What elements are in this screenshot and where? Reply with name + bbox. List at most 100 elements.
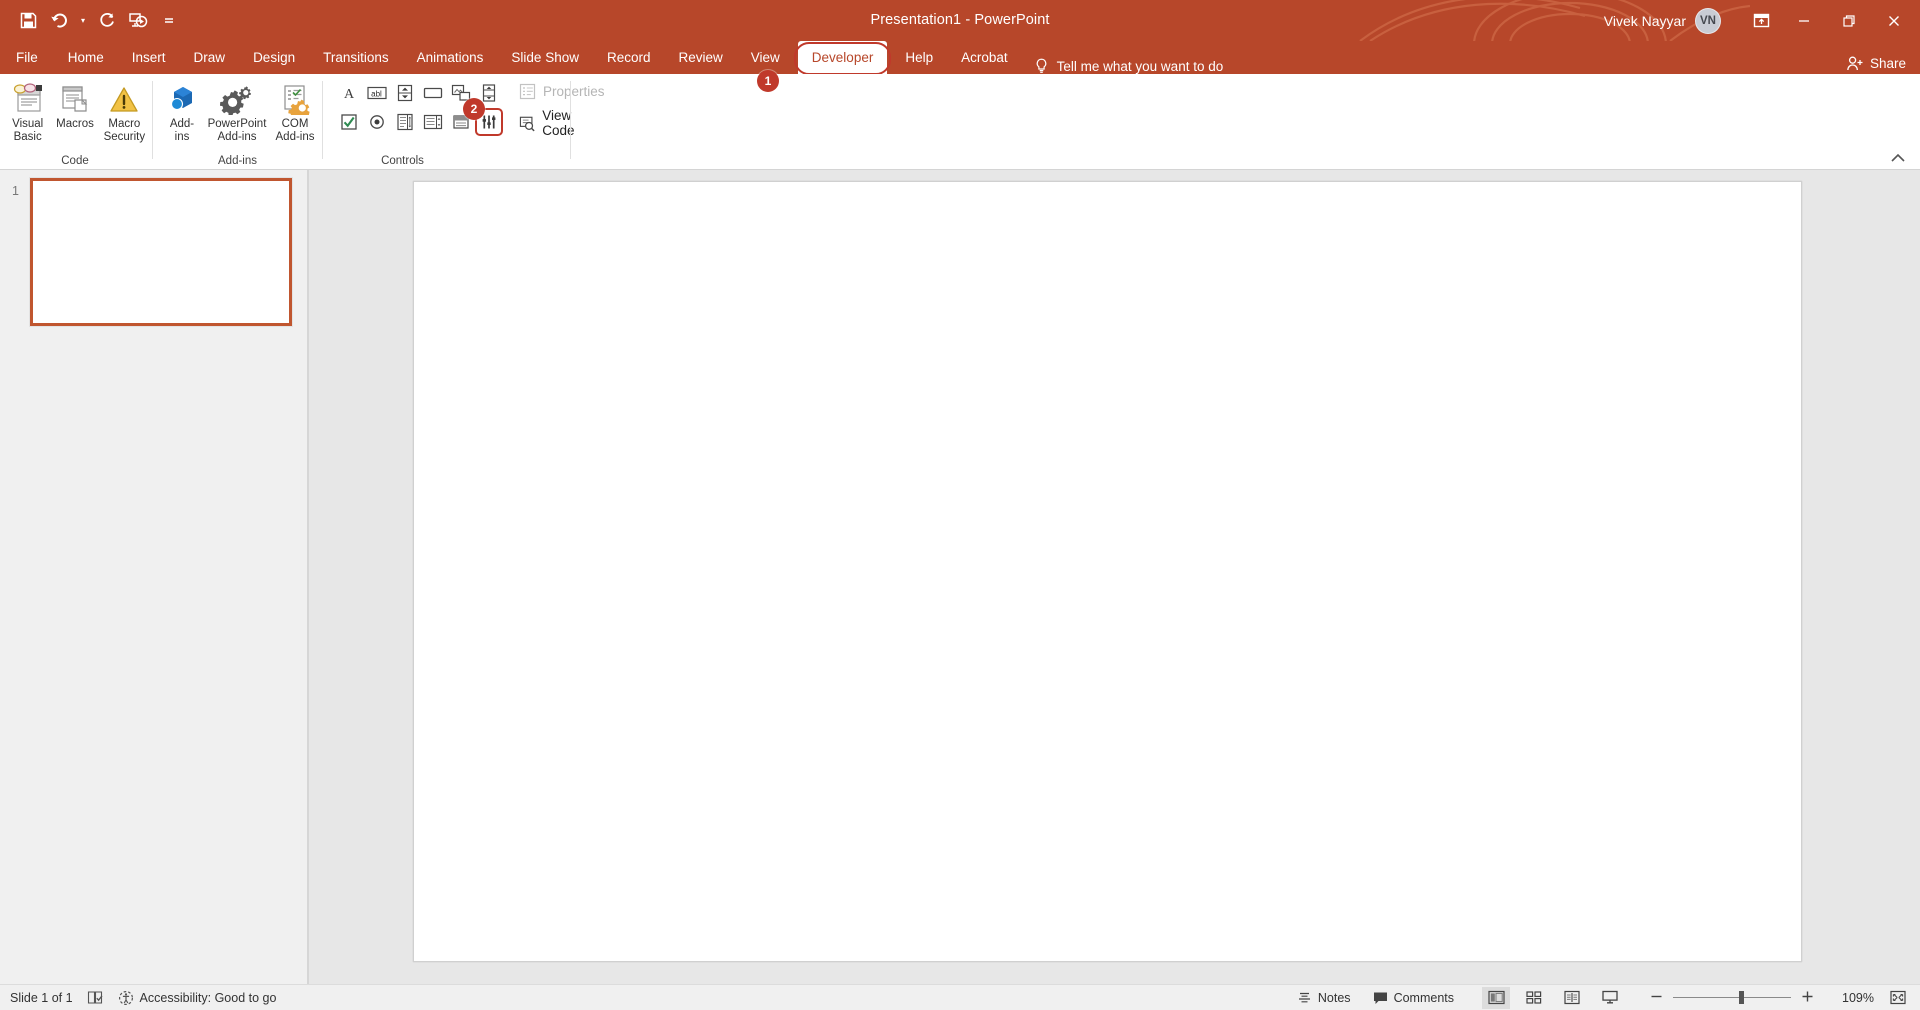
macro-security-button[interactable]: Macro Security (99, 77, 150, 146)
avatar[interactable]: VN (1695, 7, 1721, 34)
tab-insert[interactable]: Insert (118, 41, 180, 74)
tab-draw[interactable]: Draw (180, 41, 240, 74)
label-a-icon: A (344, 87, 355, 102)
undo-dropdown-icon[interactable]: ▾ (76, 7, 90, 35)
properties-icon (519, 83, 536, 100)
start-presentation-icon[interactable] (124, 7, 152, 35)
controls-group-label: Controls (381, 155, 424, 167)
tab-record[interactable]: Record (593, 41, 665, 74)
share-label: Share (1869, 56, 1906, 71)
spin-button-icon (397, 84, 413, 102)
restore-icon[interactable] (1826, 0, 1871, 41)
list-box-control-button[interactable] (393, 110, 417, 134)
tab-review[interactable]: Review (665, 41, 737, 74)
group-separator-3 (570, 81, 571, 159)
fit-to-window-icon (1890, 990, 1906, 1005)
group-separator-1 (152, 81, 153, 159)
tab-acrobat[interactable]: Acrobat (947, 41, 1022, 74)
combo-box-control-button[interactable] (421, 110, 445, 134)
accessibility-label: Accessibility: Good to go (139, 990, 277, 1005)
com-add-ins-icon (279, 81, 311, 115)
list-box-icon (397, 113, 413, 131)
properties-button[interactable]: Properties (519, 83, 605, 100)
close-icon[interactable] (1871, 0, 1916, 41)
macros-button[interactable]: Macros (51, 77, 98, 146)
tab-file[interactable]: File (0, 41, 54, 74)
powerpoint-window: ▾ Presentation1 - PowerPoint Vivek Nayya… (0, 0, 1920, 1010)
option-button-control-button[interactable] (365, 110, 389, 134)
comment-icon (1373, 992, 1387, 1004)
slide-thumbnail-1[interactable] (30, 178, 292, 326)
zoom-slider[interactable] (1644, 990, 1820, 1006)
label-control-button[interactable]: A (337, 81, 361, 105)
accessibility-status[interactable]: Accessibility: Good to go (118, 990, 277, 1006)
text-box-icon: abl (367, 86, 387, 100)
step-badge-1: 1 (757, 70, 779, 92)
ribbon-display-options-icon[interactable] (1741, 0, 1781, 41)
com-add-ins-button[interactable]: COM Add-ins (270, 77, 320, 146)
view-code-label: View Code (542, 108, 575, 138)
zoom-level[interactable]: 109% (1830, 991, 1874, 1005)
tell-me-box[interactable]: Tell me what you want to do (1034, 58, 1224, 74)
slide-sorter-icon (1526, 991, 1542, 1004)
notes-button[interactable]: Notes (1297, 991, 1351, 1005)
tell-me-label: Tell me what you want to do (1056, 58, 1224, 74)
controls-side-commands: Properties View Code (501, 77, 605, 146)
tab-animations[interactable]: Animations (403, 41, 498, 74)
tab-home[interactable]: Home (54, 41, 118, 74)
comments-button[interactable]: Comments (1373, 991, 1454, 1005)
ribbon-tabs: File Home Insert Draw Design Transitions… (0, 41, 1920, 75)
command-button-icon (423, 87, 443, 99)
tab-view[interactable]: View (737, 41, 794, 74)
slide-show-button[interactable] (1596, 987, 1624, 1009)
minus-icon (1651, 995, 1662, 997)
save-icon[interactable] (14, 7, 42, 35)
code-group-label: Code (61, 155, 89, 167)
zoom-in-button[interactable] (1795, 990, 1820, 1006)
reading-view-button[interactable] (1558, 987, 1586, 1009)
visual-basic-icon (11, 81, 45, 115)
view-code-button[interactable]: View Code (519, 108, 605, 138)
undo-icon[interactable] (45, 7, 73, 35)
title-bar-right: Vivek Nayyar VN (1604, 0, 1920, 41)
macros-label: Macros (56, 118, 94, 130)
zoom-out-button[interactable] (1644, 990, 1669, 1006)
tab-transitions[interactable]: Transitions (309, 41, 403, 74)
minimize-icon[interactable] (1781, 0, 1826, 41)
normal-view-button[interactable] (1482, 986, 1510, 1009)
text-box-control-button[interactable]: abl (365, 81, 389, 105)
slide-thumbnail-item[interactable]: 1 (12, 178, 292, 326)
account-name[interactable]: Vivek Nayyar (1604, 13, 1686, 29)
visual-basic-button[interactable]: Visual Basic (4, 77, 51, 146)
spin-button-control-button[interactable] (393, 81, 417, 105)
tab-developer[interactable]: Developer (793, 41, 892, 75)
customize-quick-access-icon[interactable] (155, 7, 183, 35)
com-add-ins-label: COM Add-ins (275, 118, 315, 143)
comments-label: Comments (1393, 990, 1454, 1005)
command-button-control-button[interactable] (421, 81, 445, 105)
zoom-track[interactable] (1673, 991, 1791, 1004)
slide-sorter-view-button[interactable] (1520, 987, 1548, 1009)
spell-check-icon[interactable] (87, 990, 104, 1005)
check-box-control-button[interactable] (337, 110, 361, 134)
add-ins-button[interactable]: Add- ins (160, 77, 204, 146)
add-ins-group-label: Add-ins (218, 155, 257, 167)
zoom-handle[interactable] (1739, 991, 1744, 1004)
slide-canvas[interactable] (413, 181, 1802, 962)
tab-design[interactable]: Design (239, 41, 309, 74)
macros-icon (59, 81, 91, 115)
macro-security-label: Macro Security (103, 118, 146, 143)
lightbulb-icon (1036, 58, 1046, 73)
view-code-icon (519, 116, 535, 131)
plus-icon (1802, 991, 1813, 1001)
share-button[interactable]: Share (1847, 56, 1906, 71)
fit-slide-to-window-button[interactable] (1884, 987, 1912, 1009)
redo-icon[interactable] (93, 7, 121, 35)
tab-help[interactable]: Help (891, 41, 947, 74)
collapse-ribbon-button[interactable] (1890, 151, 1906, 166)
powerpoint-add-ins-button[interactable]: PowerPoint Add-ins (204, 77, 270, 146)
normal-view-icon (1487, 990, 1505, 1005)
tab-slide-show[interactable]: Slide Show (497, 41, 593, 74)
slide-counter[interactable]: Slide 1 of 1 (10, 991, 73, 1005)
ribbon: Visual Basic Macros Macro Security Code … (0, 74, 1920, 170)
